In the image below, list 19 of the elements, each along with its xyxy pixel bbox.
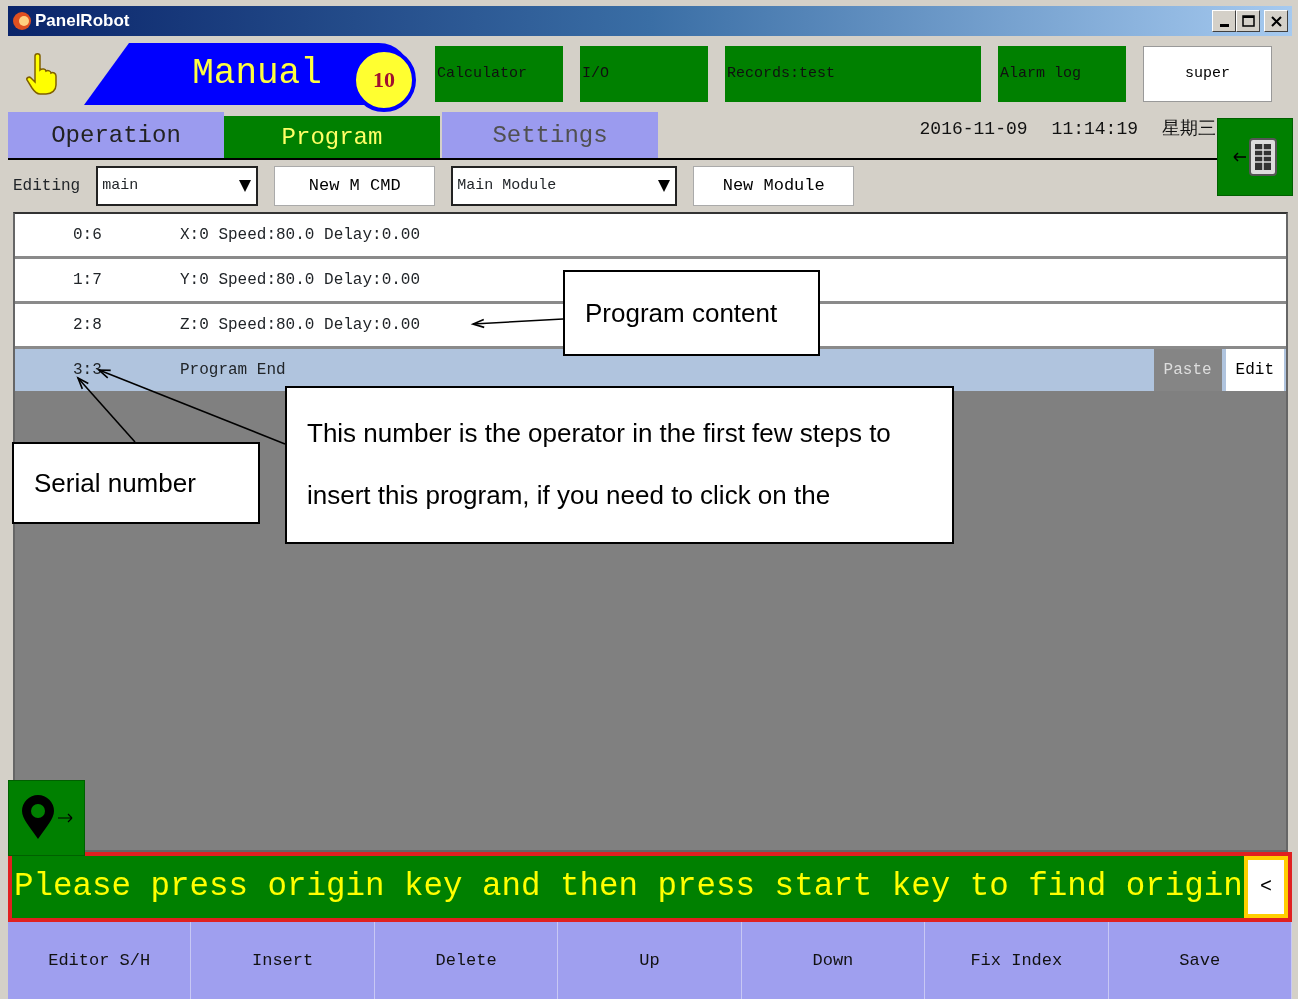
command-text: Program End bbox=[180, 361, 286, 379]
datetime-text: 星期三 bbox=[1162, 118, 1216, 141]
step-number: 1:7 bbox=[73, 271, 102, 289]
editing-label: Editing bbox=[13, 176, 81, 197]
explanation-tooltip: This number is the operator in the first few steps to insert this program, if you need to click on the bbox=[285, 386, 954, 544]
dropdown-value: main bbox=[102, 175, 139, 196]
step-number: 3:3 bbox=[73, 361, 102, 379]
dropdown-value: Main Module bbox=[457, 175, 557, 196]
datetime-text: 2016-11-09 bbox=[919, 118, 1028, 141]
step-number: 0:6 bbox=[73, 226, 102, 244]
window-title: PanelRobot bbox=[35, 10, 130, 33]
command-text: Y:0 Speed:80.0 Delay:0.00 bbox=[180, 271, 421, 289]
program-content-tooltip: Program content bbox=[563, 270, 820, 356]
command-text: X:0 Speed:80.0 Delay:0.00 bbox=[180, 226, 421, 244]
datetime-text: 11:14:19 bbox=[1051, 118, 1138, 141]
status-message: Please press origin key and then press start key to find origin bbox=[13, 866, 1244, 907]
serial-number-tooltip: Serial number bbox=[12, 442, 260, 524]
command-text: Z:0 Speed:80.0 Delay:0.00 bbox=[180, 316, 421, 334]
step-number: 2:8 bbox=[73, 316, 102, 334]
